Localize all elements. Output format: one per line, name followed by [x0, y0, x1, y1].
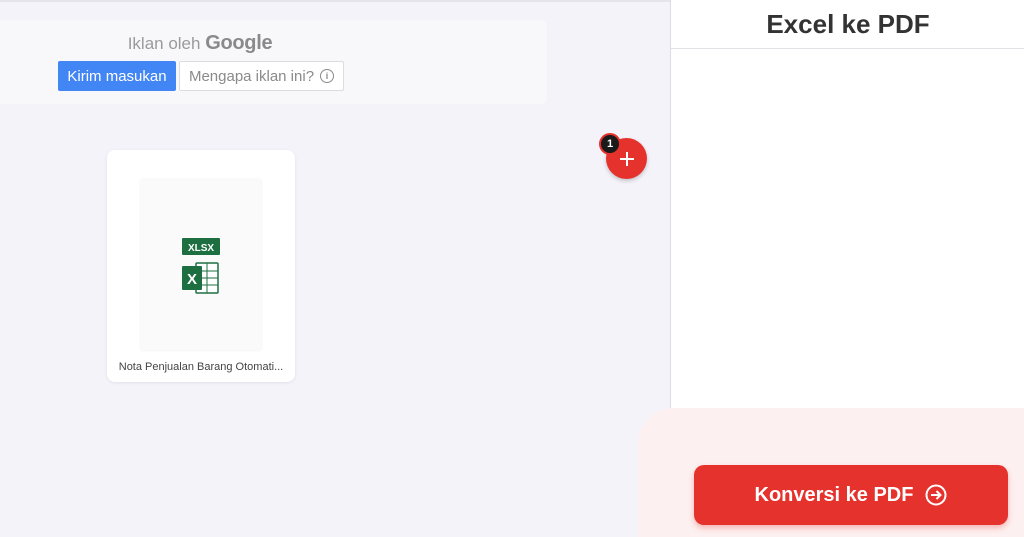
ad-attribution: Iklan oleh Google — [0, 32, 400, 55]
plus-icon — [619, 151, 634, 166]
why-this-ad-button[interactable]: Mengapa iklan ini? i — [179, 61, 344, 91]
file-type-badge: XLSX — [188, 243, 214, 254]
info-icon: i — [320, 69, 335, 83]
file-name: Nota Penjualan Barang Otomati... — [118, 361, 284, 373]
tool-title: Excel ke PDF — [671, 0, 1024, 49]
workspace-area: Iklan oleh Google Kirim masukan Mengapa … — [0, 0, 670, 537]
top-divider — [0, 0, 670, 2]
file-thumbnail: XLSX X — [141, 180, 261, 350]
file-card[interactable]: XLSX X Nota Penjualan Barang Otomati... — [107, 150, 295, 382]
ad-banner: Iklan oleh Google Kirim masukan Mengapa … — [0, 20, 547, 104]
excel-icon: XLSX X — [182, 238, 220, 294]
convert-to-pdf-button[interactable]: Konversi ke PDF — [694, 465, 1008, 525]
google-logo: Google — [205, 32, 273, 54]
svg-text:X: X — [187, 271, 197, 288]
arrow-right-circle-icon — [925, 484, 947, 506]
send-feedback-button[interactable]: Kirim masukan — [58, 61, 176, 91]
file-count-badge: 1 — [599, 133, 621, 155]
ad-by-prefix: Iklan oleh — [127, 34, 201, 53]
convert-button-label: Konversi ke PDF — [754, 483, 914, 506]
why-this-ad-label: Mengapa iklan ini? — [188, 67, 315, 85]
